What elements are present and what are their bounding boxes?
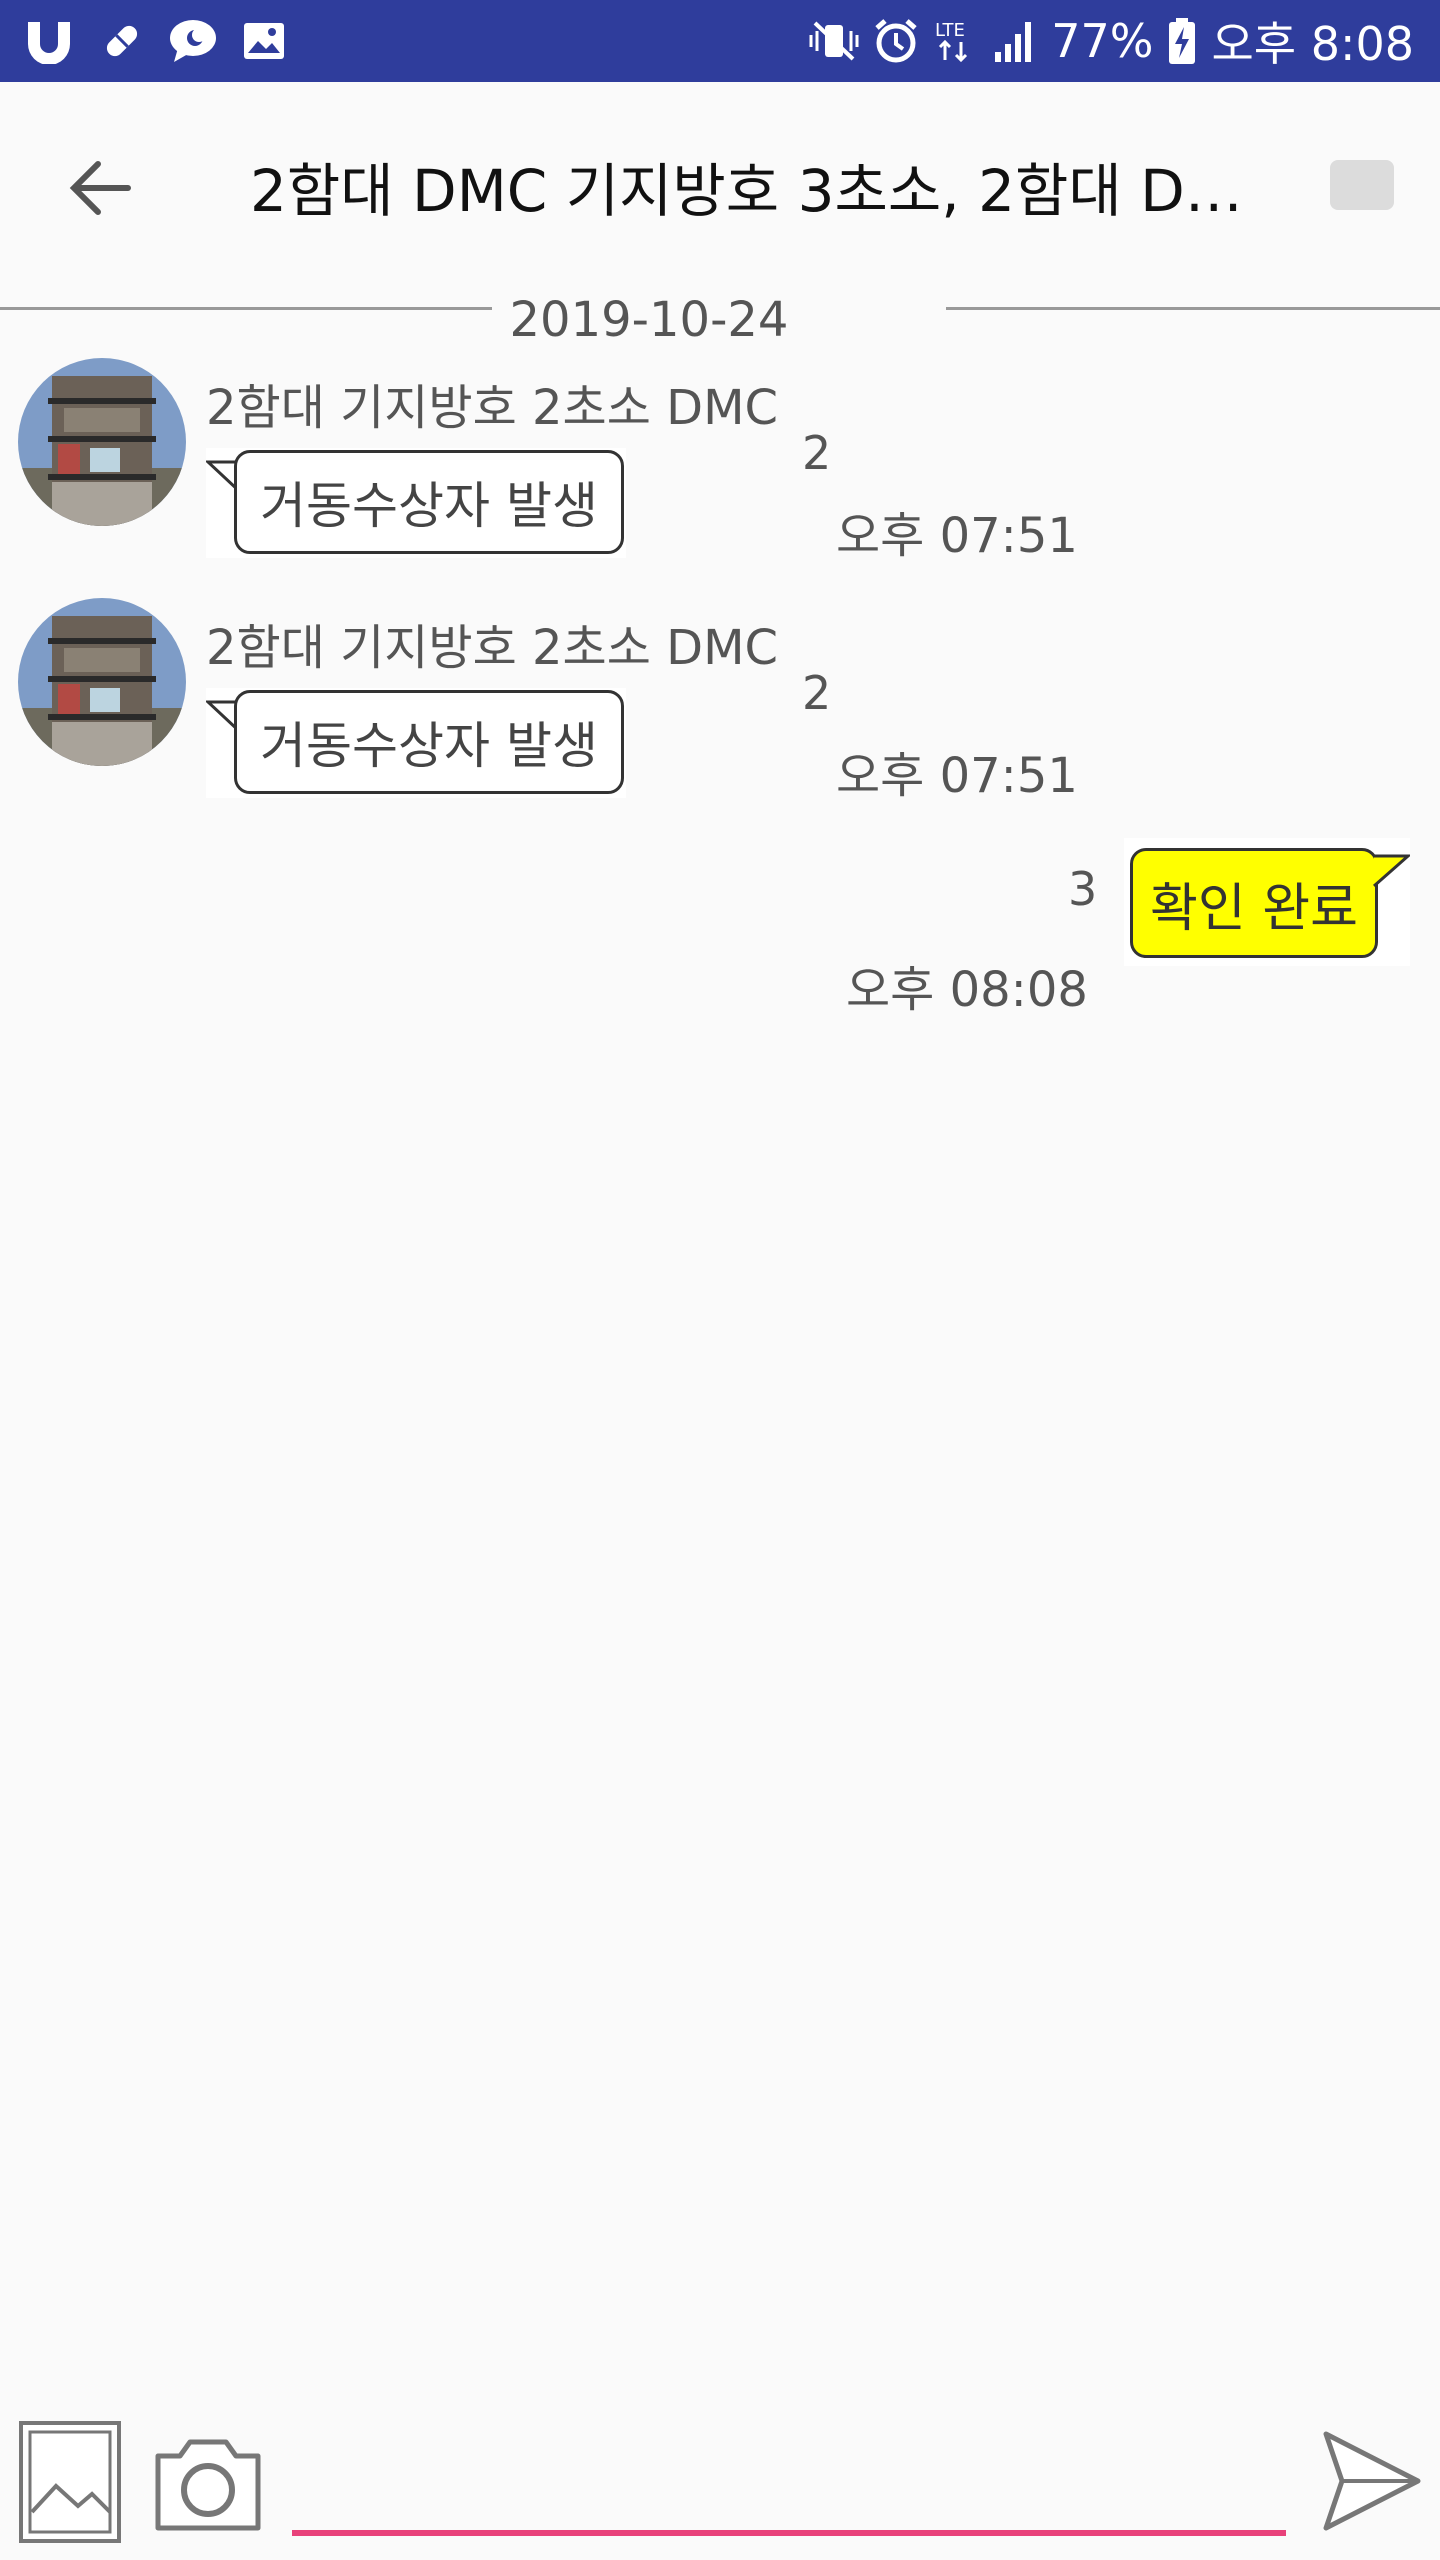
avatar[interactable] xyxy=(18,358,186,526)
page-title: 2함대 DMC 기지방호 3초소, 2함대 DM… xyxy=(250,157,1290,225)
unread-count: 2 xyxy=(802,426,832,480)
input-bar xyxy=(0,2400,1440,2560)
lte-icon: LTE xyxy=(933,18,977,64)
image-icon xyxy=(242,21,286,61)
send-button[interactable] xyxy=(1320,2426,1424,2536)
status-time: 오후 8:08 xyxy=(1211,17,1414,71)
send-icon xyxy=(1323,2431,1421,2531)
message-text: 확인 완료 xyxy=(1130,848,1378,958)
divider xyxy=(946,307,1440,310)
message-text: 거동수상자 발생 xyxy=(234,690,624,794)
arrow-left-icon xyxy=(69,161,131,215)
message-time: 오후 07:51 xyxy=(836,508,1078,564)
gallery-button[interactable] xyxy=(18,2420,122,2544)
avatar[interactable] xyxy=(18,598,186,766)
date-separator: 2019-10-24 xyxy=(0,290,1440,350)
gallery-icon xyxy=(19,2421,121,2543)
message-input[interactable] xyxy=(292,2440,1286,2536)
date-label: 2019-10-24 xyxy=(509,292,789,348)
pill-icon xyxy=(100,19,144,63)
app-bar: 2함대 DMC 기지방호 3초소, 2함대 DM… xyxy=(0,82,1440,292)
message-bubble[interactable]: 거동수상자 발생 xyxy=(206,448,626,558)
message-time: 오후 08:08 xyxy=(846,962,1088,1018)
mute-vibrate-icon xyxy=(809,19,859,63)
incoming-message: 2함대 기지방호 2초소 DMC 거동수상자 발생 2 오후 07:51 xyxy=(0,598,1440,818)
camera-button[interactable] xyxy=(152,2428,264,2536)
signal-icon xyxy=(991,18,1037,64)
unread-count: 2 xyxy=(802,666,832,720)
alarm-icon xyxy=(873,18,919,64)
sender-name: 2함대 기지방호 2초소 DMC xyxy=(206,620,779,676)
battery-percent: 77% xyxy=(1051,14,1154,68)
back-button[interactable] xyxy=(60,148,140,228)
svg-text:LTE: LTE xyxy=(935,20,965,41)
battery-charging-icon xyxy=(1167,17,1197,65)
incoming-message: 2함대 기지방호 2초소 DMC 거동수상자 발생 2 오후 07:51 xyxy=(0,358,1440,578)
bubble-tail xyxy=(1373,854,1410,888)
camera-icon xyxy=(155,2439,261,2531)
divider xyxy=(0,307,492,310)
message-bubble[interactable]: 확인 완료 xyxy=(1124,838,1410,966)
menu-button[interactable] xyxy=(1330,160,1394,210)
u-plus-icon xyxy=(22,18,76,64)
chat-bubble-icon xyxy=(168,18,218,64)
message-bubble[interactable]: 거동수상자 발생 xyxy=(206,688,626,798)
message-text: 거동수상자 발생 xyxy=(234,450,624,554)
sender-name: 2함대 기지방호 2초소 DMC xyxy=(206,380,779,436)
unread-count: 3 xyxy=(1068,862,1098,916)
message-time: 오후 07:51 xyxy=(836,748,1078,804)
status-bar: LTE 77% 오후 8:08 xyxy=(0,0,1440,82)
